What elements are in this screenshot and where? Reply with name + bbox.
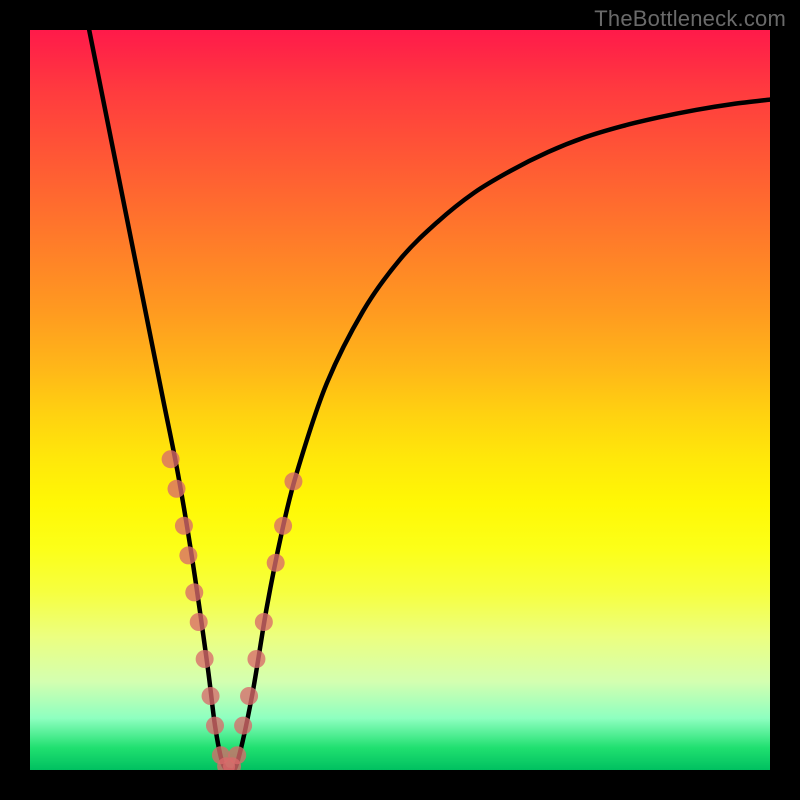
marker-dot — [247, 650, 265, 668]
marker-dot — [228, 746, 246, 764]
marker-dot — [168, 480, 186, 498]
marker-dot — [267, 554, 285, 572]
marker-dot — [196, 650, 214, 668]
marker-dot — [162, 450, 180, 468]
marker-dot — [175, 517, 193, 535]
marker-dot — [206, 717, 224, 735]
chart-curve-svg — [30, 30, 770, 770]
marker-dot — [240, 687, 258, 705]
marker-dot — [202, 687, 220, 705]
marker-dot — [179, 546, 197, 564]
marker-dot — [284, 472, 302, 490]
bottleneck-curve-path — [89, 30, 770, 770]
watermark-text: TheBottleneck.com — [594, 6, 786, 32]
marker-dot — [274, 517, 292, 535]
marker-dot — [185, 583, 203, 601]
marker-dot — [234, 717, 252, 735]
marker-dot — [255, 613, 273, 631]
marker-dot — [190, 613, 208, 631]
